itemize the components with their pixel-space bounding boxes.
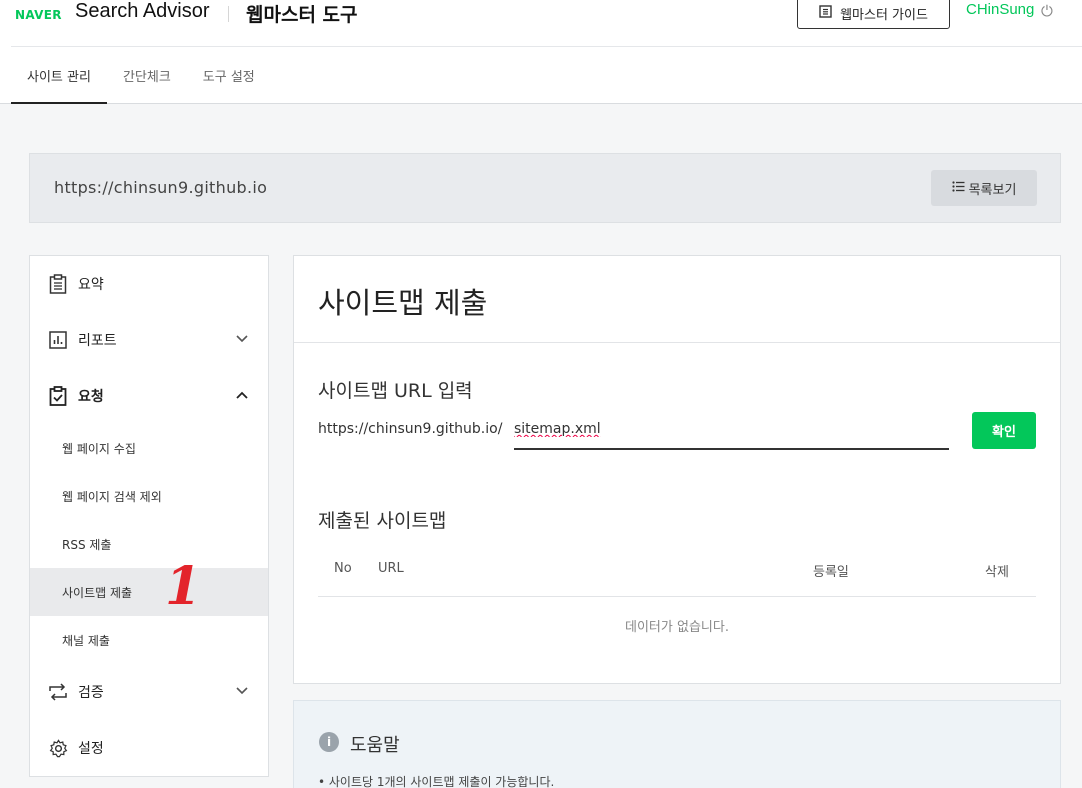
url-prefix: https://chinsun9.github.io/ bbox=[318, 421, 503, 437]
help-panel: i 도움말 • 사이트당 1개의 사이트맵 제출이 가능합니다. bbox=[293, 700, 1061, 788]
chevron-up-icon bbox=[236, 388, 248, 402]
info-icon: i bbox=[319, 732, 339, 752]
user-name[interactable]: CHinSung bbox=[966, 1, 1034, 18]
sitemap-url-input[interactable] bbox=[514, 416, 949, 450]
sidebar-item-settings[interactable]: 설정 bbox=[30, 720, 268, 776]
submitted-sitemaps-title: 제출된 사이트맵 bbox=[318, 510, 447, 532]
site-bar: https://chinsun9.github.io 목록보기 bbox=[29, 153, 1061, 223]
sidebar-subitem-channel-submit[interactable]: 채널 제출 bbox=[30, 616, 268, 664]
sidebar-subitem-web-page-collect[interactable]: 웹 페이지 수집 bbox=[30, 424, 268, 472]
sidebar-item-summary[interactable]: 요약 bbox=[30, 256, 268, 312]
service-name[interactable]: Search Advisor bbox=[75, 0, 210, 23]
tool-name[interactable]: 웹마스터 도구 bbox=[246, 0, 358, 27]
column-header-url: URL bbox=[378, 561, 404, 576]
help-title: 도움말 bbox=[350, 735, 400, 756]
document-icon bbox=[819, 5, 832, 22]
column-header-date: 등록일 bbox=[813, 565, 849, 580]
sidebar-item-report[interactable]: 리포트 bbox=[30, 312, 268, 368]
checklist-icon bbox=[48, 386, 68, 406]
divider bbox=[294, 342, 1060, 343]
divider bbox=[228, 6, 229, 22]
list-icon bbox=[951, 180, 965, 196]
sidebar-item-label: 요약 bbox=[78, 277, 104, 293]
page-title: 사이트맵 제출 bbox=[318, 286, 488, 320]
naver-logo[interactable]: NAVER bbox=[15, 8, 62, 22]
main-tabs: 사이트 관리 간단체크 도구 설정 bbox=[11, 48, 271, 104]
main-panel: 사이트맵 제출 사이트맵 URL 입력 https://chinsun9.git… bbox=[293, 255, 1061, 684]
list-view-label: 목록보기 bbox=[968, 182, 1017, 198]
bar-chart-icon bbox=[48, 330, 68, 350]
sidebar-subitem-web-page-exclude[interactable]: 웹 페이지 검색 제외 bbox=[30, 472, 268, 520]
empty-state-message: 데이터가 없습니다. bbox=[625, 620, 729, 635]
webmaster-guide-button[interactable]: 웹마스터 가이드 bbox=[797, 0, 950, 29]
sitemap-url-section-title: 사이트맵 URL 입력 bbox=[318, 380, 473, 402]
sidebar-item-request[interactable]: 요청 bbox=[30, 368, 268, 424]
top-header: NAVER Search Advisor 웹마스터 도구 웹마스터 가이드 CH… bbox=[0, 0, 1082, 104]
sync-arrows-icon bbox=[48, 682, 68, 702]
table-divider bbox=[318, 596, 1036, 597]
sidebar-item-label: 검증 bbox=[78, 685, 104, 701]
tab-site-management[interactable]: 사이트 관리 bbox=[11, 48, 107, 104]
confirm-button[interactable]: 확인 bbox=[972, 412, 1036, 449]
site-url: https://chinsun9.github.io bbox=[54, 178, 268, 197]
annotation-1: 1 bbox=[165, 556, 202, 617]
chevron-down-icon bbox=[236, 332, 248, 346]
sidebar-subitem-sitemap-submit[interactable]: 사이트맵 제출 bbox=[30, 568, 268, 616]
gear-icon bbox=[48, 738, 68, 758]
brand-row: NAVER Search Advisor 웹마스터 도구 웹마스터 가이드 CH… bbox=[11, 0, 1082, 47]
power-icon[interactable]: ⏻ bbox=[1041, 2, 1053, 20]
sidebar-item-label: 설정 bbox=[78, 741, 104, 757]
sidebar-item-label: 요청 bbox=[78, 389, 104, 405]
clipboard-icon bbox=[48, 274, 68, 294]
tab-quick-check[interactable]: 간단체크 bbox=[107, 48, 187, 104]
list-view-button[interactable]: 목록보기 bbox=[931, 170, 1037, 206]
chevron-down-icon bbox=[236, 684, 248, 698]
tab-tool-settings[interactable]: 도구 설정 bbox=[187, 48, 271, 104]
sidebar-subitem-rss-submit[interactable]: RSS 제출 bbox=[30, 520, 268, 568]
help-bullet: • 사이트당 1개의 사이트맵 제출이 가능합니다. bbox=[318, 775, 555, 788]
column-header-no: No bbox=[334, 561, 352, 576]
sidebar-item-verify[interactable]: 검증 bbox=[30, 664, 268, 720]
guide-button-label: 웹마스터 가이드 bbox=[840, 8, 928, 23]
sidebar: 요약 리포트 요청 웹 페이지 수집 웹 페이지 검색 제외 RSS 제출 사이… bbox=[29, 255, 269, 777]
sidebar-item-label: 리포트 bbox=[78, 333, 117, 349]
column-header-delete: 삭제 bbox=[985, 565, 1009, 580]
